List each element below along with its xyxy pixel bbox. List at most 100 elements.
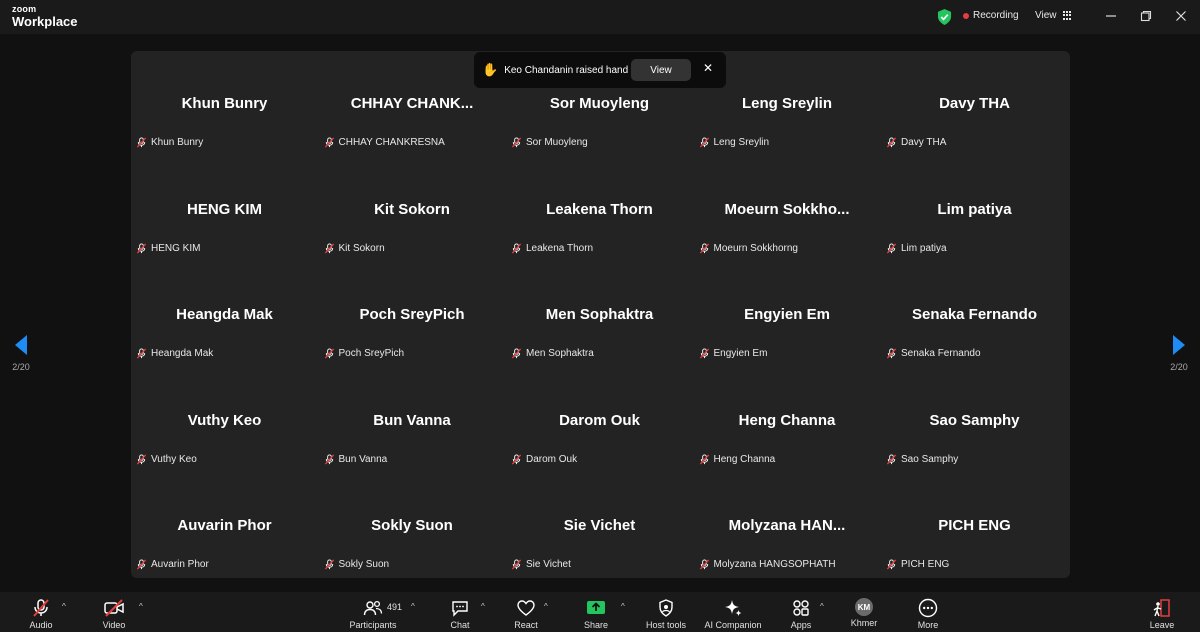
participant-name: Poch SreyPich: [338, 348, 405, 359]
muted-mic-icon: [699, 242, 709, 254]
chat-options-chevron-icon[interactable]: ^: [481, 602, 485, 611]
participant-name: Heangda Mak: [151, 348, 214, 359]
participant-tile[interactable]: Leakena Thorn Leakena Thorn: [506, 157, 693, 262]
video-off-icon: [104, 599, 124, 617]
participant-tile[interactable]: Heng Channa Heng Channa: [694, 368, 881, 473]
participant-display-name: Sokly Suon: [371, 517, 453, 534]
participant-name-label: Sie Vichet: [511, 559, 571, 570]
brand-top: zoom: [12, 4, 37, 14]
share-options-chevron-icon[interactable]: ^: [621, 602, 625, 611]
notification-close-icon[interactable]: ✕: [703, 61, 713, 75]
participant-name-label: Heng Channa: [699, 453, 776, 465]
participant-name: Sao Samphy: [901, 453, 959, 465]
video-label: Video: [102, 620, 126, 630]
participant-tile[interactable]: Men Sophaktra Men Sophaktra: [506, 262, 693, 367]
recording-indicator[interactable]: Recording: [963, 10, 1019, 21]
next-page-button[interactable]: 2/20: [1162, 334, 1196, 384]
participant-name-label: Darom Ouk: [511, 454, 577, 465]
participant-name: Davy THA: [901, 137, 947, 148]
participant-tile[interactable]: Davy THA Davy THA: [881, 51, 1068, 156]
host-tools-button[interactable]: Host tools: [631, 598, 701, 630]
ai-companion-button[interactable]: AI Companion: [698, 598, 768, 630]
participant-tile[interactable]: Poch SreyPich Poch SreyPich: [319, 262, 506, 367]
participant-tile[interactable]: Bun Vanna Bun Vanna: [319, 368, 506, 473]
leave-button[interactable]: Leave: [1127, 598, 1197, 630]
participant-tile[interactable]: Molyzana HAN... Molyzana HANGSOPHATH: [694, 473, 881, 578]
muted-mic-icon: [699, 348, 709, 359]
participant-name-label: Molyzana HANGSOPHATH: [699, 559, 836, 570]
participant-name: Kit Sokorn: [338, 242, 385, 254]
participant-display-name: Lim patiya: [937, 200, 1012, 218]
participant-tile[interactable]: Sie Vichet Sie Vichet: [506, 473, 693, 578]
participant-name-label: HENG KIM: [136, 243, 200, 254]
participant-tile[interactable]: Senaka Fernando Senaka Fernando: [881, 262, 1068, 367]
participant-tile[interactable]: Sokly Suon Sokly Suon: [319, 473, 506, 578]
muted-mic-icon: [136, 242, 147, 254]
participant-name: Molyzana HANGSOPHATH: [713, 559, 836, 570]
participant-display-name: Heng Channa: [738, 411, 836, 429]
participant-tile[interactable]: Auvarin Phor Auvarin Phor: [131, 473, 318, 578]
participant-tile[interactable]: Kit Sokorn Kit Sokorn: [319, 157, 506, 262]
participant-display-name: Bun Vanna: [373, 411, 451, 429]
language-interpretation-button[interactable]: KM Khmer: [829, 598, 899, 628]
participant-tile[interactable]: Moeurn Sokkho... Moeurn Sokkhorng: [694, 157, 881, 262]
muted-mic-icon: [511, 137, 522, 148]
participant-display-name: Men Sophaktra: [545, 306, 654, 323]
share-label: Share: [583, 620, 609, 630]
close-window-icon[interactable]: [1175, 10, 1187, 22]
participant-name-label: PICH ENG: [886, 559, 949, 570]
arrow-right-icon: [1173, 335, 1185, 355]
participant-display-name: PICH ENG: [938, 517, 1011, 534]
participant-display-name: Davy THA: [939, 95, 1010, 112]
react-button[interactable]: React: [491, 598, 561, 630]
muted-mic-icon: [511, 453, 522, 465]
muted-mic-icon: [136, 559, 147, 570]
muted-mic-icon: [511, 242, 522, 254]
muted-mic-icon: [136, 453, 147, 465]
participants-count: 491: [387, 602, 403, 612]
participant-tile[interactable]: Darom Ouk Darom Ouk: [506, 368, 693, 473]
participant-tile[interactable]: PICH ENG PICH ENG: [881, 473, 1068, 578]
muted-mic-icon: [886, 348, 897, 359]
participant-name: CHHAY CHANKRESNA: [338, 137, 445, 148]
participant-name-label: Sokly Suon: [324, 559, 389, 570]
apps-options-chevron-icon[interactable]: ^: [820, 602, 824, 611]
participant-name-label: Heangda Mak: [136, 348, 213, 359]
participant-tile[interactable]: Sao Samphy Sao Samphy: [881, 368, 1068, 473]
react-label: React: [514, 620, 538, 630]
participant-tile[interactable]: Engyien Em Engyien Em: [694, 262, 881, 367]
recording-dot-icon: [963, 12, 969, 19]
more-button[interactable]: More: [893, 598, 963, 630]
muted-mic-icon: [699, 559, 709, 570]
restore-icon[interactable]: [1140, 10, 1152, 22]
participant-name: Men Sophaktra: [526, 348, 594, 359]
video-options-chevron-icon[interactable]: ^: [139, 602, 143, 611]
apps-button[interactable]: Apps: [766, 598, 836, 630]
participant-name-label: Khun Bunry: [136, 137, 203, 148]
participant-tile[interactable]: HENG KIM HENG KIM: [131, 157, 318, 262]
participant-name: Heng Channa: [713, 453, 776, 465]
security-shield-icon[interactable]: [937, 9, 952, 25]
minimize-icon[interactable]: [1105, 10, 1117, 22]
muted-mic-icon: [324, 137, 334, 148]
audio-label: Audio: [29, 620, 53, 630]
react-options-chevron-icon[interactable]: ^: [544, 602, 548, 611]
view-button[interactable]: View: [1035, 10, 1072, 21]
participant-name-label: Leng Sreylin: [699, 137, 769, 148]
participant-tile[interactable]: Khun Bunry Khun Bunry: [131, 51, 318, 156]
audio-options-chevron-icon[interactable]: ^: [62, 602, 66, 611]
previous-page-button[interactable]: 2/20: [4, 334, 38, 384]
muted-mic-icon: [511, 348, 522, 359]
participant-display-name: HENG KIM: [187, 200, 262, 218]
participant-tile[interactable]: Vuthy Keo Vuthy Keo: [131, 368, 318, 473]
raised-hand-notification: ✋ Keo Chandanin raised hand View ✕: [474, 52, 726, 88]
participant-name-label: Vuthy Keo: [136, 454, 197, 465]
apps-icon: [793, 600, 809, 616]
participants-options-chevron-icon[interactable]: ^: [411, 602, 415, 611]
notification-view-button[interactable]: View: [631, 59, 691, 81]
raised-hand-icon: ✋: [482, 62, 499, 77]
participant-name: Darom Ouk: [526, 453, 578, 465]
participant-tile[interactable]: Heangda Mak Heangda Mak: [131, 262, 318, 367]
participant-display-name: Khun Bunry: [181, 95, 268, 112]
participant-tile[interactable]: Lim patiya Lim patiya: [881, 157, 1068, 262]
